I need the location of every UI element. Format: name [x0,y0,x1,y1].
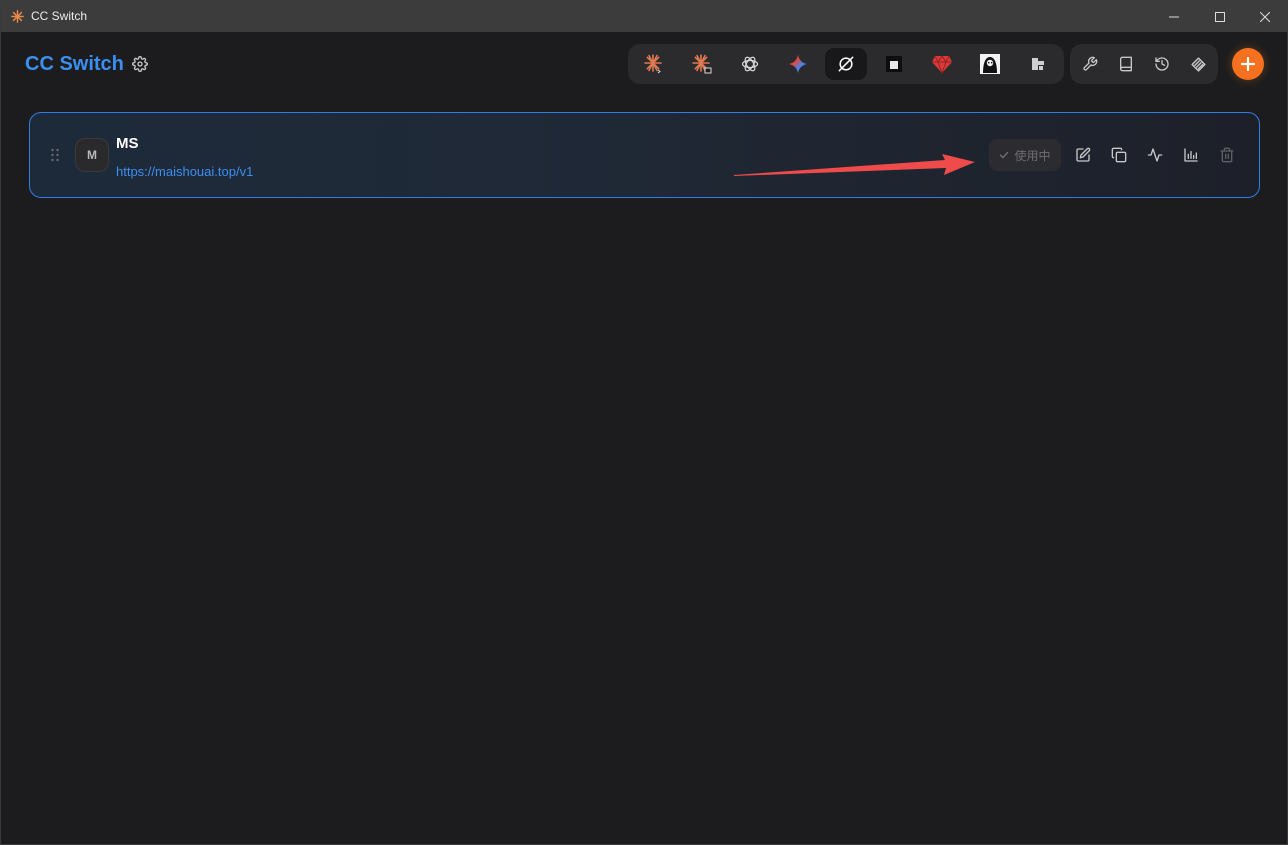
avatar: M [75,138,109,172]
app-ruby-button[interactable] [921,48,963,80]
provider-card[interactable]: M MS https://maishouai.top/v1 使用中 [29,112,1260,198]
edit-icon [1076,147,1091,162]
app-codex-button[interactable] [729,48,771,80]
history-icon [1155,57,1169,71]
minimize-button[interactable] [1151,1,1197,32]
title-bar: CC Switch [1,1,1288,32]
delete-button[interactable] [1215,143,1239,167]
app-window: CC Switch CC Switch M MS https://maishou… [0,0,1288,845]
close-icon [1260,11,1270,22]
layers-slanted-icon [1190,56,1206,72]
blocks-icon [1032,58,1044,70]
in-use-button[interactable]: 使用中 [989,139,1061,171]
copy-icon [1111,147,1127,163]
app-opencode-button[interactable] [825,48,867,80]
red-gem-icon [932,55,952,74]
skills-button[interactable] [1182,48,1214,80]
annotation-arrow [734,154,975,176]
portrait-app-icon [980,54,1000,74]
openai-icon [741,56,759,72]
gear-icon [132,56,148,72]
app-logo-icon [11,10,24,23]
tools-group [1070,44,1218,84]
app-claude-desktop-button[interactable] [681,48,723,80]
square-app-icon [886,56,902,72]
app-switcher [628,44,1064,84]
maximize-icon [1215,11,1225,22]
window-title: CC Switch [31,9,88,23]
app-blocks-button[interactable] [1017,48,1059,80]
close-button[interactable] [1242,1,1288,32]
app-claude-code-button[interactable] [633,48,675,80]
drag-handle-icon[interactable] [50,148,60,162]
app-terminal-button[interactable] [873,48,915,80]
opencode-icon [838,56,854,72]
history-button[interactable] [1146,48,1178,80]
maximize-button[interactable] [1197,1,1243,32]
claude-desktop-icon [692,54,712,74]
check-icon [1000,151,1009,159]
wrench-icon [1083,56,1098,71]
gemini-icon [788,54,808,74]
add-provider-button[interactable] [1232,48,1264,80]
in-use-label: 使用中 [1014,148,1051,163]
app-gemini-button[interactable] [777,48,819,80]
prompts-button[interactable] [1110,48,1142,80]
duplicate-button[interactable] [1107,143,1131,167]
usage-stats-button[interactable] [1179,143,1203,167]
brand-title[interactable]: CC Switch [25,53,124,76]
provider-name: MS [116,135,139,152]
book-icon [1120,56,1132,72]
activity-icon [1147,148,1163,162]
test-latency-button[interactable] [1143,143,1167,167]
app-avatar-button[interactable] [969,48,1011,80]
plus-icon [1240,56,1256,72]
trash-icon [1220,147,1234,163]
settings-button[interactable] [130,54,150,74]
mcp-tools-button[interactable] [1074,48,1106,80]
minimize-icon [1169,16,1179,17]
bar-chart-icon [1184,148,1198,162]
claude-code-icon [644,54,662,74]
edit-button[interactable] [1071,143,1095,167]
provider-url-link[interactable]: https://maishouai.top/v1 [116,164,253,179]
